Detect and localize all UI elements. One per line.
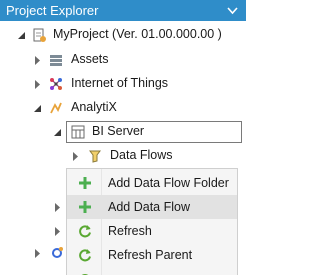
- expanded-arrow-icon[interactable]: [33, 104, 42, 113]
- add-icon: [79, 177, 91, 189]
- collapsed-arrow-icon[interactable]: [33, 80, 42, 89]
- tree-item-bi-server[interactable]: BI Server: [0, 120, 246, 144]
- tree-item-label: Data Flows: [110, 148, 173, 162]
- chevron-down-icon[interactable]: [227, 5, 238, 16]
- refresh-icon: [79, 225, 91, 238]
- menu-item-label: Refresh Parent: [108, 248, 193, 262]
- tree-item-label: Internet of Things: [71, 76, 169, 90]
- collapsed-arrow-icon[interactable]: [53, 227, 62, 236]
- refresh-icon: [79, 249, 91, 262]
- menu-item-refresh-parent[interactable]: Refresh Parent: [67, 243, 237, 267]
- menu-item-label: Add Data Flow Folder: [108, 176, 229, 190]
- data-flows-icon: [89, 150, 101, 163]
- assets-icon: [50, 55, 62, 66]
- tree-item-label: MyProject (Ver. 01.00.000.00 ): [53, 27, 222, 41]
- collapsed-arrow-icon[interactable]: [33, 56, 42, 65]
- collapsed-arrow-icon[interactable]: [71, 152, 80, 161]
- collapsed-arrow-icon[interactable]: [53, 203, 62, 212]
- context-menu: Add Data Flow Folder Add Data Flow Refre…: [66, 168, 238, 275]
- tree-item-internet-of-things[interactable]: Internet of Things: [0, 72, 246, 96]
- menu-next-item-icon-partial: [78, 269, 92, 275]
- tree-item-analytix[interactable]: AnalytiX: [0, 96, 246, 120]
- tree-item-myproject[interactable]: MyProject (Ver. 01.00.000.00 ): [0, 23, 246, 47]
- tree-item-label: BI Server: [92, 124, 145, 138]
- menu-item-refresh[interactable]: Refresh: [67, 219, 237, 243]
- menu-item-label: Add Data Flow: [108, 200, 190, 214]
- menu-item-add-data-flow-folder[interactable]: Add Data Flow Folder: [67, 171, 237, 195]
- tree-item-label: Assets: [71, 52, 109, 66]
- expanded-arrow-icon[interactable]: [53, 128, 62, 137]
- menu-item-add-data-flow[interactable]: Add Data Flow: [67, 195, 237, 219]
- analytix-icon: [50, 102, 62, 114]
- expanded-arrow-icon[interactable]: [17, 31, 26, 40]
- tree-item-label: AnalytiX: [71, 100, 117, 114]
- iot-icon: [50, 78, 62, 90]
- panel-title: Project Explorer: [6, 3, 99, 18]
- settings-icon: [52, 247, 63, 258]
- add-icon: [79, 201, 91, 213]
- project-icon: [33, 28, 46, 42]
- tree-item-assets[interactable]: Assets: [0, 48, 246, 72]
- menu-item-label: Refresh: [108, 224, 152, 238]
- bi-server-icon: [71, 125, 85, 139]
- collapsed-arrow-icon[interactable]: [33, 249, 42, 258]
- project-explorer-titlebar: Project Explorer: [0, 0, 246, 21]
- tree-item-data-flows[interactable]: Data Flows: [0, 145, 246, 169]
